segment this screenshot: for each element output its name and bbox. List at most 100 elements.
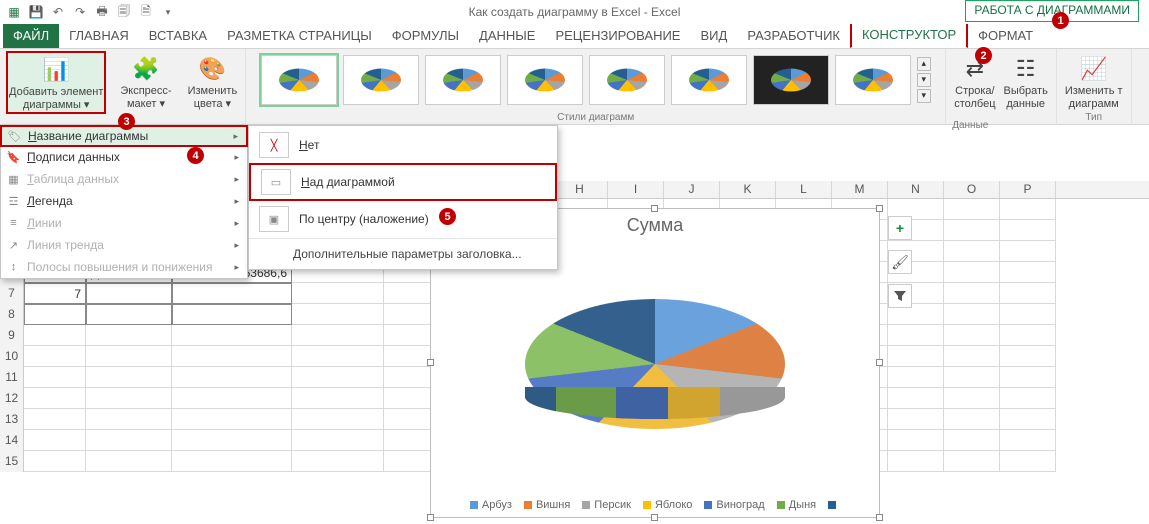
cell[interactable] <box>24 409 86 430</box>
cell[interactable] <box>292 325 384 346</box>
cell[interactable] <box>86 367 172 388</box>
resize-handle[interactable] <box>427 359 434 366</box>
cell[interactable] <box>86 346 172 367</box>
gallery-scroll[interactable]: ▴ ▾ ▾ <box>917 57 931 103</box>
cell[interactable] <box>172 346 292 367</box>
cell[interactable] <box>86 451 172 472</box>
cell[interactable] <box>24 388 86 409</box>
col-header[interactable]: K <box>720 181 776 198</box>
cell[interactable] <box>944 325 1000 346</box>
cell[interactable] <box>888 346 944 367</box>
cell[interactable] <box>888 325 944 346</box>
tab-insert[interactable]: ВСТАВКА <box>139 23 217 48</box>
cell[interactable] <box>24 346 86 367</box>
cell[interactable] <box>944 451 1000 472</box>
switch-row-col-button[interactable]: ⇄ Строка/ столбец <box>952 51 997 112</box>
tab-developer[interactable]: РАЗРАБОТЧИК <box>737 23 850 48</box>
cell[interactable] <box>1000 388 1056 409</box>
tab-data[interactable]: ДАННЫЕ <box>469 23 545 48</box>
cell[interactable] <box>292 283 384 304</box>
cell[interactable] <box>944 409 1000 430</box>
resize-handle[interactable] <box>651 205 658 212</box>
submenu-centered-overlay[interactable]: ▣ По центру (наложение) <box>249 200 557 238</box>
row-header[interactable]: 12 <box>0 388 24 409</box>
cell[interactable] <box>172 325 292 346</box>
pie-plot[interactable] <box>525 279 785 454</box>
cell[interactable] <box>292 409 384 430</box>
cell[interactable] <box>944 367 1000 388</box>
submenu-above-chart[interactable]: ▭ Над диаграммой <box>249 163 557 201</box>
chart-styles-gallery[interactable]: ▴ ▾ ▾ <box>257 51 935 109</box>
legend-item[interactable]: Виноград <box>704 499 764 511</box>
row-header[interactable]: 14 <box>0 430 24 451</box>
change-colors-button[interactable]: 🎨 Изменить цвета ▾ <box>186 51 240 112</box>
cell[interactable] <box>292 430 384 451</box>
quick-layout-button[interactable]: 🧩 Экспресс- макет ▾ <box>118 51 173 112</box>
tab-formulas[interactable]: ФОРМУЛЫ <box>382 23 469 48</box>
row-header[interactable]: 13 <box>0 409 24 430</box>
resize-handle[interactable] <box>427 514 434 521</box>
legend-item[interactable]: Арбуз <box>470 499 512 511</box>
resize-handle[interactable] <box>876 359 883 366</box>
col-header[interactable]: N <box>888 181 944 198</box>
tab-format[interactable]: ФОРМАТ <box>968 23 1043 48</box>
select-data-button[interactable]: ☷ Выбрать данные <box>1002 51 1050 112</box>
cell[interactable] <box>1000 262 1056 283</box>
chart-styles-button[interactable]: 🖌 <box>888 250 912 274</box>
cell[interactable] <box>944 388 1000 409</box>
tab-review[interactable]: РЕЦЕНЗИРОВАНИЕ <box>545 23 690 48</box>
resize-handle[interactable] <box>876 205 883 212</box>
cell[interactable]: 7 <box>24 283 86 304</box>
style-thumb[interactable] <box>507 55 583 105</box>
legend-item[interactable]: Яблоко <box>643 499 692 511</box>
col-header[interactable]: P <box>1000 181 1056 198</box>
style-thumb[interactable] <box>835 55 911 105</box>
chart-filters-button[interactable] <box>888 284 912 308</box>
cell[interactable] <box>944 283 1000 304</box>
cell[interactable] <box>888 430 944 451</box>
row-header[interactable]: 15 <box>0 451 24 472</box>
submenu-none[interactable]: ╳ Нет <box>249 126 557 164</box>
cell[interactable] <box>86 430 172 451</box>
cell[interactable] <box>292 451 384 472</box>
style-thumb[interactable] <box>425 55 501 105</box>
legend-item[interactable] <box>828 499 840 511</box>
menu-data-labels[interactable]: 🔖 Подписи данных ▸ <box>1 146 247 168</box>
legend-item[interactable]: Персик <box>582 499 631 511</box>
cell[interactable] <box>24 325 86 346</box>
cell[interactable] <box>172 367 292 388</box>
col-header[interactable]: I <box>608 181 664 198</box>
tab-file[interactable]: ФАЙЛ <box>3 23 59 48</box>
cell[interactable] <box>24 304 86 325</box>
col-header[interactable]: O <box>944 181 1000 198</box>
cell[interactable] <box>1000 430 1056 451</box>
col-header[interactable]: L <box>776 181 832 198</box>
style-thumb[interactable] <box>343 55 419 105</box>
more-icon[interactable]: ▾ <box>917 89 931 103</box>
cell[interactable] <box>86 409 172 430</box>
chart-elements-button[interactable]: + <box>888 216 912 240</box>
resize-handle[interactable] <box>651 514 658 521</box>
cell[interactable] <box>944 430 1000 451</box>
cell[interactable] <box>888 388 944 409</box>
menu-legend[interactable]: ☲ Легенда ▸ <box>1 190 247 212</box>
cell[interactable] <box>888 367 944 388</box>
cell[interactable] <box>292 346 384 367</box>
cell[interactable] <box>1000 346 1056 367</box>
cell[interactable] <box>86 283 172 304</box>
cell[interactable] <box>172 304 292 325</box>
cell[interactable] <box>172 451 292 472</box>
cell[interactable] <box>1000 451 1056 472</box>
cell[interactable] <box>1000 367 1056 388</box>
cell[interactable] <box>172 430 292 451</box>
cell[interactable] <box>24 451 86 472</box>
tab-page-layout[interactable]: РАЗМЕТКА СТРАНИЦЫ <box>217 23 382 48</box>
row-header[interactable]: 7 <box>0 283 24 304</box>
cell[interactable] <box>888 451 944 472</box>
legend-item[interactable]: Вишня <box>524 499 570 511</box>
cell[interactable] <box>172 283 292 304</box>
submenu-more-options[interactable]: Дополнительные параметры заголовка... <box>249 238 557 269</box>
tab-design[interactable]: КОНСТРУКТОР <box>850 20 968 48</box>
down-icon[interactable]: ▾ <box>917 73 931 87</box>
row-header[interactable]: 11 <box>0 367 24 388</box>
